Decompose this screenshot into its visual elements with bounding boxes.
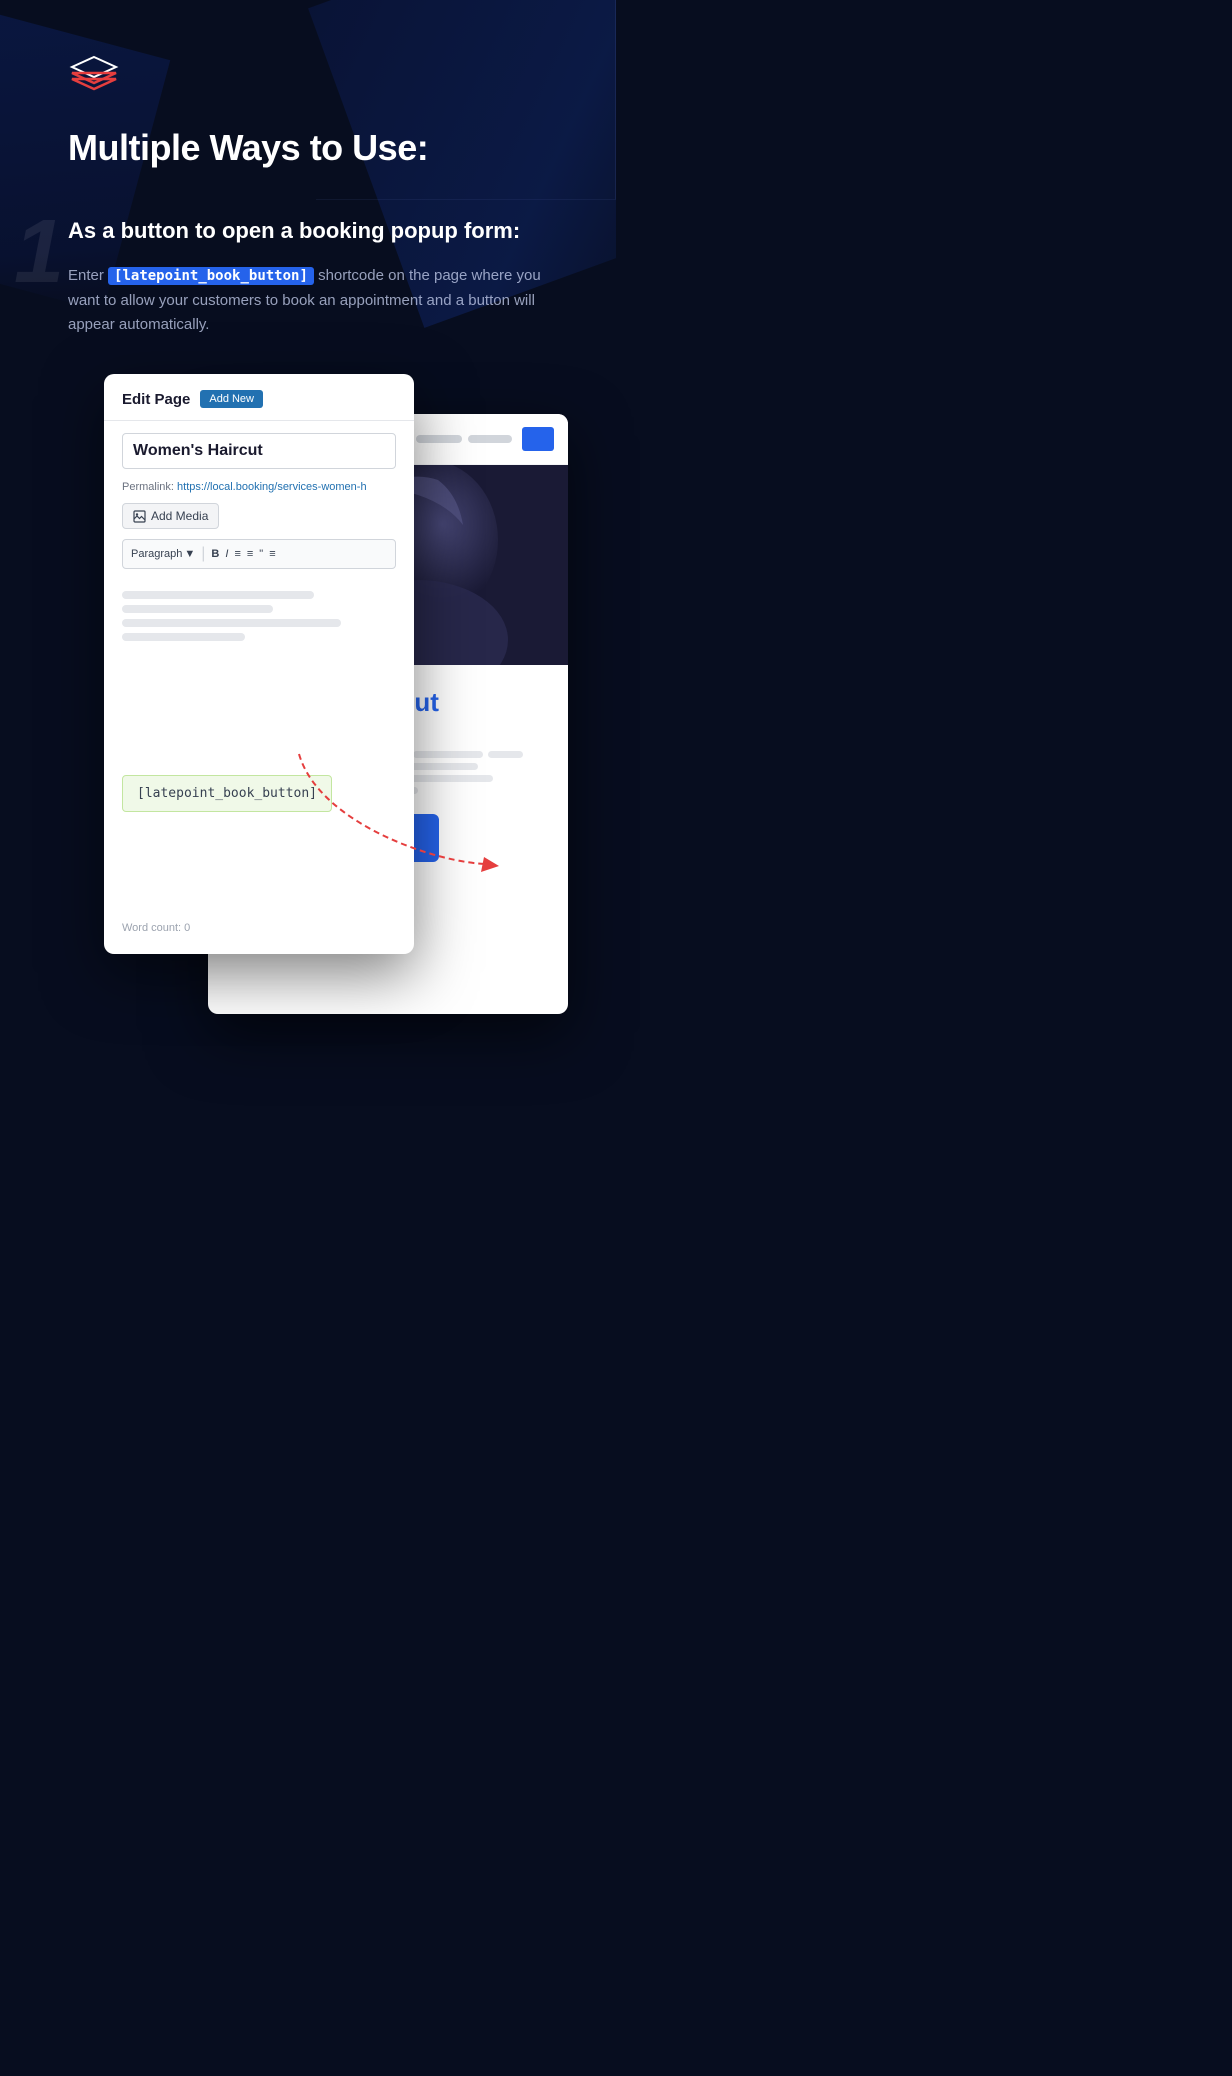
word-count: Word count: 0 [104, 910, 208, 934]
logo-area [0, 0, 616, 104]
permalink-label: Permalink: [122, 481, 174, 493]
step-description: Enter [latepoint_book_button] shortcode … [68, 264, 548, 338]
wp-toolbar: Paragraph ▼ | B I ≡ ≡ " ≡ [122, 539, 396, 569]
wp-panel-title: Edit Page [122, 391, 190, 408]
add-media-label: Add Media [151, 509, 208, 523]
paragraph-label: Paragraph [131, 548, 182, 560]
add-media-icon [133, 510, 146, 523]
demo-area: Edit Page Add New Women's Haircut Permal… [104, 374, 548, 1014]
list-button-2[interactable]: ≡ [247, 548, 253, 560]
quote-button[interactable]: " [259, 548, 263, 560]
nav-item[interactable] [468, 435, 512, 443]
step-number: 1 [14, 207, 64, 297]
list-button[interactable]: ≡ [234, 548, 240, 560]
shortcode-inline: [latepoint_book_button] [108, 267, 314, 285]
add-new-button[interactable]: Add New [200, 390, 263, 408]
italic-button[interactable]: I [225, 548, 228, 560]
step-title: As a button to open a booking popup form… [68, 217, 548, 246]
desc-before: Enter [68, 267, 108, 284]
placeholder-line [122, 605, 273, 613]
placeholder-line [122, 591, 314, 599]
placeholder-line [122, 633, 245, 641]
dashed-arrow [259, 744, 509, 894]
align-button[interactable]: ≡ [269, 548, 275, 560]
wp-editor-body[interactable] [104, 579, 414, 759]
placeholder-line [122, 619, 341, 627]
wp-title-field[interactable]: Women's Haircut [122, 433, 396, 469]
nav-item[interactable] [416, 435, 462, 443]
permalink-url[interactable]: https://local.booking/services-women-h [177, 481, 367, 493]
dropdown-chevron: ▼ [184, 548, 195, 560]
placeholder-lines [122, 591, 396, 641]
wp-permalink: Permalink: https://local.booking/service… [104, 481, 414, 503]
add-media-button[interactable]: Add Media [122, 503, 219, 529]
site-cta-button[interactable] [522, 427, 554, 451]
bold-button[interactable]: B [211, 548, 219, 560]
main-heading: Multiple Ways to Use: [0, 104, 616, 169]
wp-panel-header: Edit Page Add New [104, 374, 414, 421]
stack-icon [68, 55, 120, 99]
main-content: Multiple Ways to Use: 1 As a button to o… [0, 0, 616, 1074]
paragraph-selector[interactable]: Paragraph ▼ [131, 548, 195, 560]
step-section: 1 As a button to open a booking popup fo… [0, 169, 616, 1014]
